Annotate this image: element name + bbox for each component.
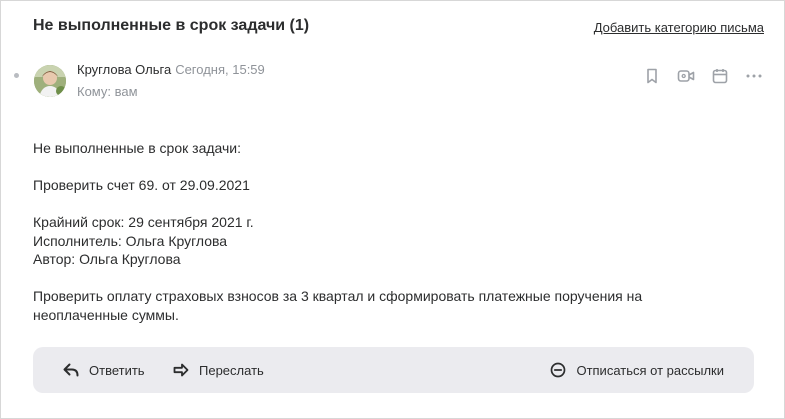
more-icon[interactable] [744,66,764,86]
avatar-photo-icon [34,65,66,97]
body-line: Крайний срок: 29 сентября 2021 г. [33,214,254,230]
unread-dot-icon[interactable] [14,73,19,78]
message-view: Не выполненные в срок задачи (1) Добавит… [0,0,785,419]
sender-name[interactable]: Круглова Ольга [77,62,171,77]
message-date: Сегодня, 15:59 [175,62,265,77]
add-category-link[interactable]: Добавить категорию письма [594,20,764,35]
reply-icon [63,363,79,377]
body-line: Не выполненные в срок задачи: [33,140,242,156]
calendar-icon[interactable] [710,66,730,86]
avatar[interactable] [34,65,66,97]
reply-bar: Ответить Переслать Отписаться от рассылк… [33,347,754,393]
message-subject: Не выполненные в срок задачи (1) [33,17,310,34]
video-icon[interactable] [676,66,696,86]
recipient-line[interactable]: Кому: вам [77,84,138,99]
reply-label: Ответить [89,362,145,378]
forward-label: Переслать [199,362,264,378]
unsubscribe-button[interactable]: Отписаться от рассылки [550,347,724,393]
body-line: неоплаченные суммы. [33,306,179,323]
body-line: Проверить счет 69. от 29.09.2021 [33,177,250,193]
message-toolbar [642,66,764,86]
message-body: Не выполненные в срок задачи: Проверить … [33,139,642,324]
forward-button[interactable]: Переслать [173,347,264,393]
minus-circle-icon [551,362,566,378]
forward-icon [173,363,189,377]
unsubscribe-label: Отписаться от рассылки [576,362,724,378]
bookmark-icon[interactable] [642,66,662,86]
body-line: Автор: Ольга Круглова [33,251,181,267]
reply-button[interactable]: Ответить [63,347,145,393]
body-line: Исполнитель: Ольга Круглова [33,232,228,249]
sender-line: Круглова Ольга Сегодня, 15:59 [77,62,265,77]
body-line: Проверить оплату страховых взносов за 3 … [33,288,643,304]
